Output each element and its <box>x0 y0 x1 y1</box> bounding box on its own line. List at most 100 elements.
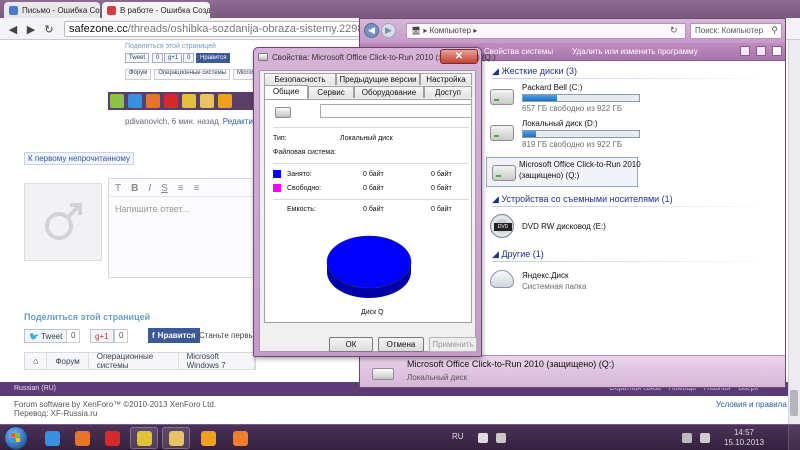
align-left-button[interactable]: ≡ <box>178 183 184 194</box>
clock[interactable]: 14:57 15.10.2013 <box>724 428 764 448</box>
italic-button[interactable]: I <box>148 183 151 194</box>
volume-label-input[interactable] <box>320 104 472 118</box>
windows-logo-blue <box>11 438 15 442</box>
post-author[interactable]: pdivanovich, 6 мин. назад <box>125 117 219 126</box>
browser-tab-active[interactable]: В работе - Ошибка Созд... <box>102 2 210 18</box>
general-tab-panel: Тип: Локальный диск Файловая система: За… <box>264 99 472 323</box>
language-indicator[interactable]: RU <box>452 432 464 441</box>
tab-sharing[interactable]: Доступ <box>424 86 472 98</box>
terms-link[interactable]: Условия и правила <box>716 400 787 409</box>
explorer-address-bar[interactable]: 🖥 ▸ Компьютер ▸ <box>406 23 686 39</box>
embedded-icon <box>200 94 214 108</box>
tab-previous-versions[interactable]: Предыдущие версии <box>336 73 420 85</box>
avatar[interactable] <box>24 183 102 261</box>
home-icon[interactable]: ⌂ <box>25 353 48 369</box>
used-bytes: 0 байт <box>363 171 384 178</box>
uninstall-program-button[interactable]: Удалить или изменить программу <box>572 47 698 56</box>
mini-crumb-item[interactable]: Форум <box>125 69 152 80</box>
forward-arrow-icon[interactable]: ▶ <box>381 23 396 38</box>
embedded-icon <box>164 94 178 108</box>
taskbar-paint[interactable] <box>226 427 254 449</box>
filesystem-label: Файловая система: <box>273 149 337 156</box>
scrollbar-thumb[interactable] <box>790 390 798 416</box>
taskbar-chrome[interactable] <box>130 427 158 449</box>
pen-tray-icon[interactable] <box>478 433 488 443</box>
reload-button[interactable]: ↻ <box>42 22 56 36</box>
cancel-button[interactable]: Отмена <box>378 337 424 352</box>
apply-button[interactable]: Применить <box>429 337 477 352</box>
address-bar[interactable]: safezone.cc/threads/oshibka-sozdanija-ob… <box>64 21 364 37</box>
drive-q-selected[interactable]: Microsoft Office Click-to-Run 2010 (защи… <box>486 157 641 187</box>
page-scrollbar[interactable] <box>788 40 800 424</box>
yandex-disk[interactable]: Яндекс.Диск Системная папка <box>490 267 650 295</box>
preview-pane-icon[interactable] <box>756 46 766 56</box>
back-arrow-icon[interactable]: ◀ <box>364 23 379 38</box>
taskbar-yandex[interactable] <box>98 427 126 449</box>
language-chooser[interactable]: Russian (RU) <box>14 385 56 392</box>
clock-time: 14:57 <box>733 428 755 437</box>
clock-date: 15.10.2013 <box>724 438 765 447</box>
drive-usage-bar <box>522 130 640 138</box>
breadcrumb-item[interactable]: Microsoft Windows 7 <box>179 352 255 370</box>
drive-name: Яндекс.Диск <box>522 271 569 280</box>
free-bytes: 0 байт <box>363 185 384 192</box>
drive-name: Packard Bell (C:) <box>522 83 583 92</box>
help-icon[interactable] <box>772 46 782 56</box>
ok-button[interactable]: ОК <box>329 337 373 352</box>
gplus-button[interactable]: g+1 <box>90 329 114 343</box>
tab-general[interactable]: Общие <box>264 85 308 99</box>
volume-tray-icon[interactable] <box>700 433 710 443</box>
back-button[interactable]: ◀ <box>6 22 20 36</box>
hard-drive-icon <box>372 368 394 380</box>
dvd-drive-icon: DVD <box>490 214 514 238</box>
explorer-icon <box>168 430 184 446</box>
flag-tray-icon[interactable] <box>496 433 506 443</box>
first-unread-link[interactable]: К первому непрочитанному <box>24 152 134 165</box>
mini-gplus-button[interactable]: g+1 <box>164 53 183 63</box>
mini-like-button[interactable]: Нравится <box>196 53 231 63</box>
tab-customize[interactable]: Настройка <box>420 73 472 85</box>
explorer-search-input[interactable]: Поиск: Компьютер ⚲ <box>690 23 782 39</box>
group-header-other[interactable]: ◢ Другие (1) <box>492 249 544 260</box>
forward-button[interactable]: ▶ <box>24 22 38 36</box>
align-center-button[interactable]: ≡ <box>194 183 200 194</box>
mini-crumb-item[interactable]: Операционные системы <box>154 69 231 80</box>
underline-button[interactable]: S <box>161 183 168 194</box>
tab-tools[interactable]: Сервис <box>308 86 354 98</box>
reply-editor[interactable]: T B I S ≡ ≡ Напишите ответ... <box>108 178 256 278</box>
drive-name: Microsoft Office Click-to-Run 2010 <box>519 160 641 169</box>
group-title: Устройства со съемными носителями (1) <box>501 194 673 204</box>
start-button[interactable] <box>4 426 28 450</box>
group-header-removable[interactable]: ◢ Устройства со съемными носителями (1) <box>492 194 673 205</box>
url-path: /threads/oshibka-sozdanija-obraza-sistem… <box>127 23 364 35</box>
browser-tab-mail[interactable]: Письмо - Ошибка Соз... <box>4 2 100 18</box>
network-tray-icon[interactable] <box>682 433 692 443</box>
refresh-icon[interactable]: ↻ <box>670 25 678 36</box>
separator <box>273 163 469 164</box>
view-mode-icon[interactable] <box>740 46 750 56</box>
drive-c[interactable]: Packard Bell (C:) 657 ГБ свободно из 922… <box>490 83 650 113</box>
clear-format-button[interactable]: T <box>115 183 121 194</box>
like-button[interactable]: f Нравится <box>148 328 200 343</box>
tweet-button[interactable]: 🐦 Tweet <box>24 329 68 343</box>
dvd-drive[interactable]: DVD DVD RW дисковод (E:) <box>490 212 650 240</box>
dialog-titlebar[interactable]: Свойства: Microsoft Office Click-to-Run … <box>254 48 496 68</box>
bold-button[interactable]: B <box>131 183 138 194</box>
taskbar-explorer[interactable] <box>162 427 190 449</box>
media-icon <box>200 430 216 446</box>
footer-translation[interactable]: Перевод: XF-Russia.ru <box>14 409 97 418</box>
close-button[interactable]: ✕ <box>440 49 478 64</box>
breadcrumb-item[interactable]: Форум <box>47 353 89 369</box>
mini-tweet-button[interactable]: Tweet <box>125 53 150 63</box>
tab-hardware[interactable]: Оборудование <box>354 86 424 98</box>
show-desktop-button[interactable] <box>788 425 800 450</box>
drive-d[interactable]: Локальный диск (D:) 819 ГБ свободно из 9… <box>490 119 650 149</box>
breadcrumb-item[interactable]: Операционные системы <box>89 352 179 370</box>
group-header-hard-drives[interactable]: ◢ Жесткие диски (3) <box>492 66 577 77</box>
taskbar-media[interactable] <box>194 427 222 449</box>
breadcrumb: ⌂ Форум Операционные системы Microsoft W… <box>24 352 256 370</box>
taskbar-ie[interactable] <box>38 427 66 449</box>
disk-usage-pie-chart <box>326 235 412 298</box>
taskbar-firefox[interactable] <box>68 427 96 449</box>
tab-security[interactable]: Безопасность <box>264 73 336 85</box>
